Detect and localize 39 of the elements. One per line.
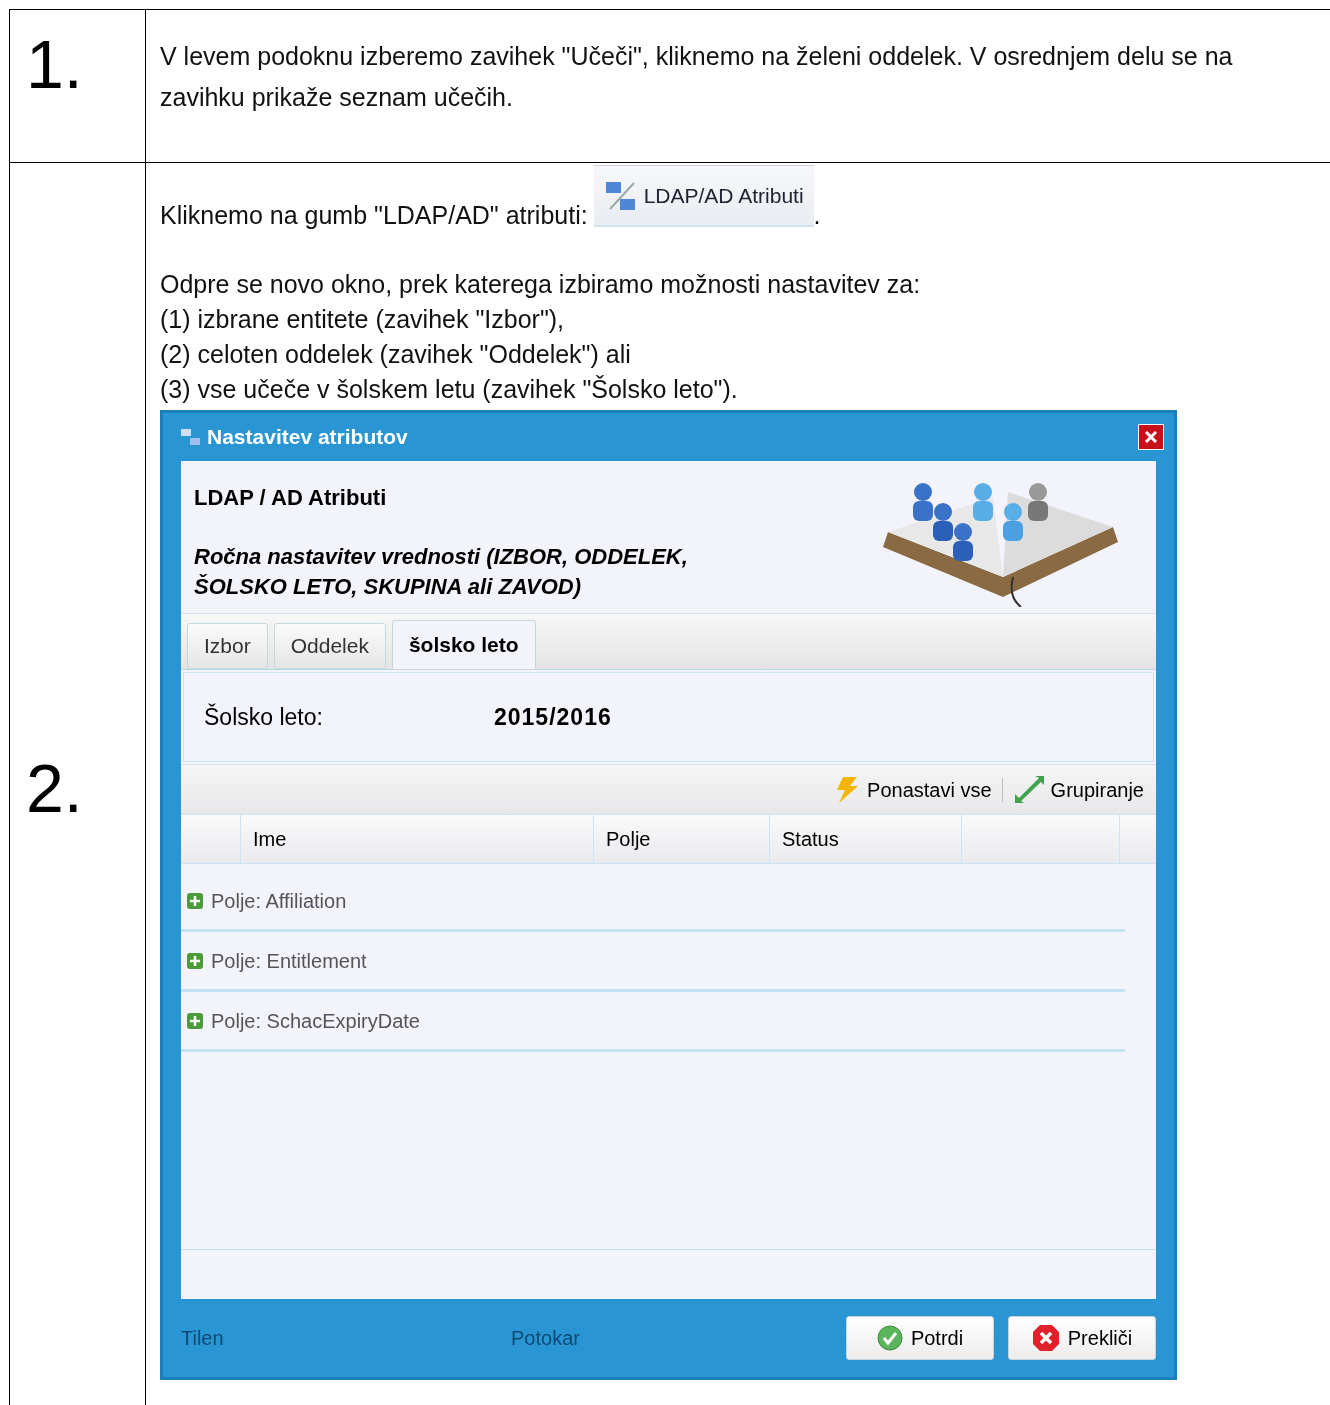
expand-arrows-icon [1012, 774, 1045, 805]
column-header[interactable]: Polje [594, 815, 770, 863]
confirm-button[interactable]: Potrdi [846, 1316, 994, 1360]
cancel-button[interactable]: Prekliči [1008, 1316, 1156, 1360]
instruction-line: Odpre se novo okno, prek katerega izbiramo možnosti nastavitev za: [160, 269, 922, 300]
tab[interactable]: šolsko leto [391, 620, 536, 670]
expand-icon[interactable] [187, 1012, 203, 1029]
column-header[interactable]: Status [770, 815, 962, 863]
expand-icon[interactable] [187, 892, 203, 909]
close-button[interactable] [1138, 424, 1164, 450]
expand-icon[interactable] [187, 952, 203, 969]
instruction-line: (2) celoten oddelek (zavihek "Oddelek") ali [160, 339, 632, 370]
tab[interactable]: Oddelek [273, 623, 386, 669]
background-text: Potokar [511, 1326, 581, 1351]
instruction-text: Kliknemo na gumb "LDAP/AD" atributi: [160, 200, 588, 231]
button-label: LDAP/AD Atributi [643, 182, 804, 209]
group-row-label: Polje: Affiliation [211, 888, 347, 914]
check-icon [876, 1325, 903, 1351]
step-number: 2. [26, 754, 83, 822]
reset-all-button[interactable]: Ponastavi vse [833, 774, 992, 805]
background-text: Tilen [181, 1326, 225, 1351]
instruction-line: (1) izbrane entitete (zavihek "Izbor"), [160, 304, 566, 335]
group-row-label: Polje: Entitlement [211, 948, 367, 974]
window-icon [181, 427, 201, 447]
step-number: 1. [26, 26, 83, 102]
window-title: Nastavitev atributov [207, 424, 409, 451]
school-year-value: 2015/2016 [494, 702, 612, 732]
grouping-button[interactable]: Grupiranje [1012, 774, 1144, 805]
cancel-icon [1031, 1324, 1060, 1352]
column-header[interactable]: Ime [241, 815, 594, 863]
instruction-text: V levem podoknu izberemo zavihek "Učeči", kliknemo na želeni oddelek. V osrednjem delu se na zavihku prikaže seznam učečih. [160, 41, 1234, 113]
dialog-subheading: Ročna nastavitev vrednosti (IZBOR, ODDELEK, ŠOLSKO LETO, SKUPINA ali ZAVOD) [194, 543, 689, 601]
period-text: . [813, 200, 821, 231]
instruction-line: (3) vse učeče v šolskem letu (zavihek "Šolsko leto"). [160, 374, 739, 405]
tab[interactable]: Izbor [187, 623, 268, 669]
field-label: Šolsko leto: [204, 702, 324, 732]
dialog-heading: LDAP / AD Atributi [194, 484, 388, 512]
group-row-label: Polje: SchacExpiryDate [211, 1008, 420, 1034]
close-icon [1145, 431, 1157, 443]
